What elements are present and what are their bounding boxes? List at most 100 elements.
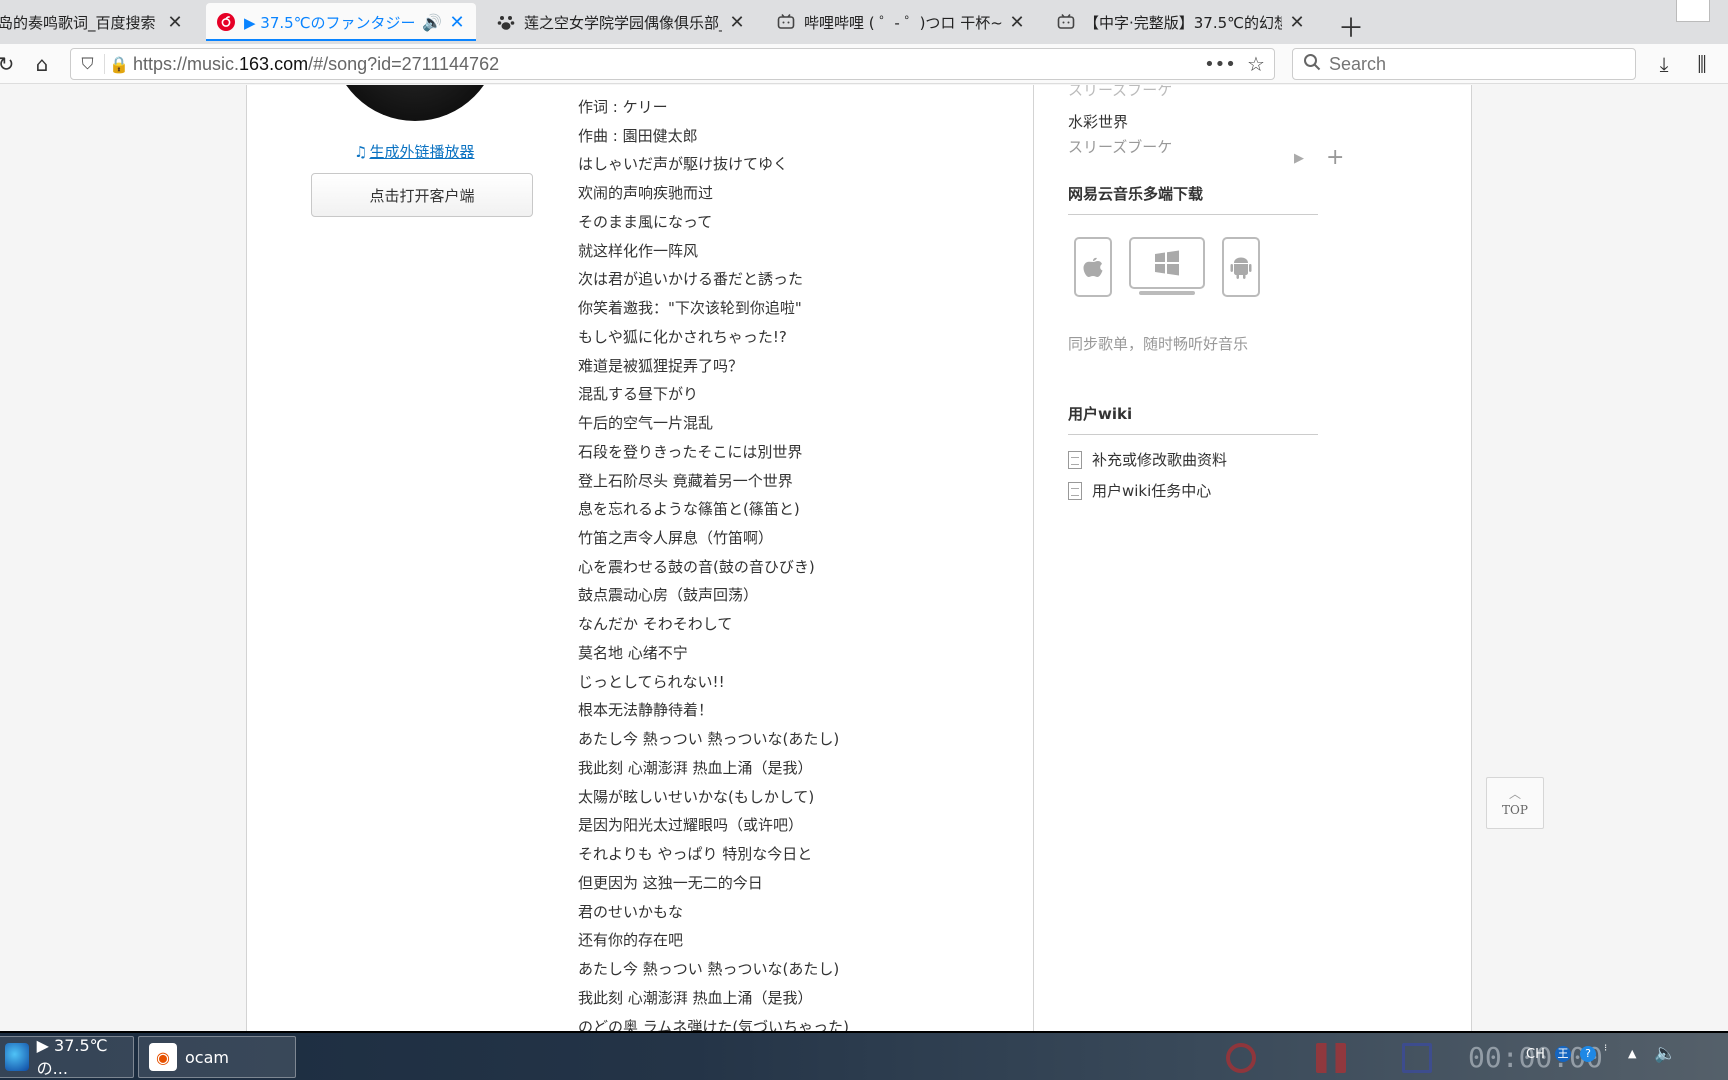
lyric-line: 作词 : ケリー [578, 98, 668, 116]
related-song-artist[interactable]: スリーズブーケ [1068, 136, 1328, 157]
tab-netease-song[interactable]: ▶ 37.5℃のファンタジー 🔊 ✕ [206, 3, 476, 41]
help-icon[interactable]: ? [1580, 1046, 1596, 1062]
url-domain: 163.com [239, 53, 309, 74]
search-input[interactable] [1329, 53, 1619, 75]
lyric-line: 鼓点震动心房（鼓声回荡） [578, 586, 759, 605]
url-suffix: /#/song?id=2711144762 [308, 53, 500, 74]
related-song-artist[interactable]: スリーズブーケ [1068, 85, 1172, 100]
tab-bilibili-video[interactable]: 【中字·完整版】37.5℃的幻想( ✕ [1046, 3, 1316, 41]
close-icon[interactable]: ✕ [1008, 12, 1026, 33]
taskbar-item-label: ▶ 37.5℃の... [36, 1035, 108, 1078]
taskbar-item-ocam[interactable]: ◉ ocam [138, 1036, 296, 1078]
download-caption: 同步歌单，随时畅听好音乐 [1068, 335, 1249, 353]
tray-expand-icon[interactable]: ▲ [1628, 1047, 1636, 1060]
pause-icon[interactable] [1316, 1043, 1346, 1073]
bookmark-star-icon[interactable]: ☆ [1238, 52, 1274, 76]
lyric-line: なんだか そわそわして [578, 615, 733, 634]
related-song-name[interactable]: 水彩世界 [1068, 111, 1328, 132]
window-minimize-button[interactable] [1676, 0, 1710, 22]
windows-pc-icon[interactable] [1129, 237, 1205, 289]
ocam-icon: ◉ [149, 1043, 177, 1071]
screen-capture-icon[interactable] [1402, 1043, 1432, 1073]
bilibili-tv-icon [1056, 12, 1076, 32]
tab-title: 岛的奏鸣歌词_百度搜索 [0, 13, 156, 32]
lyric-line: そのまま風になって [578, 212, 713, 231]
tab-lianzhikong[interactable]: 莲之空女学院学园偶像俱乐部_ ✕ [486, 3, 756, 41]
add-icon[interactable]: + [1326, 145, 1344, 170]
tab-title: 莲之空女学院学园偶像俱乐部_ [524, 13, 722, 32]
home-icon[interactable]: ⌂ [28, 50, 56, 78]
play-icon[interactable]: ▶ [1294, 151, 1304, 166]
android-device-icon[interactable] [1222, 237, 1260, 297]
page-actions-icon[interactable]: ••• [1202, 54, 1238, 75]
close-icon[interactable]: ✕ [1288, 12, 1306, 33]
wiki-item-label: 补充或修改歌曲资料 [1092, 451, 1228, 469]
lyrics-block: 作词 : ケリー 作曲 : 園田健太郎 はしゃいだ声が駆け抜けてゆく 欢闹的声响疾驰而… [578, 93, 978, 1031]
speaker-icon[interactable]: 🔊 [422, 13, 442, 32]
generate-external-player-link[interactable]: ♫ 生成外链播放器 [354, 141, 474, 162]
lyric-line: 君のせいかもな [578, 902, 684, 921]
lyric-line: 根本无法静静待着！ [578, 701, 714, 720]
netease-music-icon [216, 12, 236, 32]
album-disc [331, 85, 499, 121]
baidu-paw-icon [496, 12, 516, 32]
lyric-line: それよりも やっぱり 特別な今日と [578, 845, 813, 864]
lyric-line: 登上石阶尽头 竟藏着另一个世界 [578, 471, 793, 490]
lyric-line: 难道是被狐狸捉弄了吗？ [578, 356, 744, 375]
wiki-edit-song-info-link[interactable]: 补充或修改歌曲资料 [1068, 449, 1227, 470]
downloads-icon[interactable]: ⤓ [1650, 50, 1678, 78]
lyric-line: 我此刻 心潮澎湃 热血上涌（是我） [578, 988, 813, 1007]
apple-device-icon[interactable] [1074, 237, 1112, 297]
lyric-line: 但更因为 这独一无二的今日 [578, 873, 763, 892]
lock-icon[interactable]: 🔒 [105, 55, 133, 74]
url-bar[interactable]: ⛉ 🔒 https://music.163.com/#/song?id=2711… [70, 48, 1275, 80]
wiki-task-center-link[interactable]: 用户wiki任务中心 [1068, 480, 1211, 501]
tab-baidu-search[interactable]: 岛的奏鸣歌词_百度搜索 ✕ [0, 3, 194, 41]
volume-icon[interactable]: 🔈 [1654, 1043, 1676, 1064]
lyric-line: 次は君が追いかける番だと誘った [578, 270, 804, 289]
ime-icon[interactable]: 王 [1555, 1046, 1571, 1062]
right-sidebar: スリーズブーケ 水彩世界 スリーズブーケ ▶ + 网易云音乐多端下载 同步歌单，… [1033, 85, 1473, 1031]
lyric-line: 息を忘れるような篠笛と(篠笛と) [578, 500, 800, 519]
download-section-title: 网易云音乐多端下载 [1068, 183, 1318, 215]
taskbar-item-label: ocam [185, 1047, 229, 1067]
close-icon[interactable]: ✕ [448, 12, 466, 33]
taskbar-item-firefox[interactable]: ▶ 37.5℃の... [0, 1036, 134, 1078]
wiki-item-label: 用户wiki任务中心 [1092, 482, 1212, 500]
tab-title: 哔哩哔哩 ( ゜- ゜)つロ 干杯~-bi [804, 13, 1002, 32]
lyric-line: 是因为阳光太过耀眼吗（或许吧） [578, 816, 804, 835]
tray-options-icon[interactable]: ⁝ [1604, 1043, 1607, 1054]
ext-link-label: 生成外链播放器 [369, 143, 475, 161]
bilibili-tv-icon [776, 12, 796, 32]
reload-icon[interactable]: ↻ [0, 50, 20, 78]
song-content-area: ♫ 生成外链播放器 点击打开客户端 作词 : ケリー 作曲 : 園田健太郎 はしゃいだ… [246, 85, 1472, 1031]
close-icon[interactable]: ✕ [166, 12, 184, 33]
record-icon[interactable] [1226, 1043, 1256, 1073]
navigation-bar: ↻ ⌂ ⛉ 🔒 https://music.163.com/#/song?id=… [0, 44, 1728, 84]
input-language-indicator[interactable]: CH [1526, 1047, 1545, 1062]
wiki-section-title: 用户wiki [1068, 403, 1318, 435]
firefox-icon [5, 1043, 29, 1071]
back-to-top-button[interactable]: ︿ TOP [1486, 777, 1544, 829]
lyric-line: 就这样化作一阵风 [578, 241, 699, 260]
tab-title: ▶ 37.5℃のファンタジー [244, 13, 416, 32]
close-icon[interactable]: ✕ [728, 12, 746, 33]
monitor-stand [1139, 291, 1195, 295]
document-icon [1068, 450, 1082, 469]
tab-strip: 岛的奏鸣歌词_百度搜索 ✕ ▶ 37.5℃のファンタジー 🔊 ✕ 莲之空女学院学… [0, 0, 1728, 44]
lyric-line: のどの奥 ラムネ弾けた(気づいちゃった) [578, 1017, 850, 1032]
new-tab-plus-icon[interactable]: ＋ [1338, 8, 1364, 45]
url-text[interactable]: https://music.163.com/#/song?id=27111447… [133, 54, 1202, 75]
tab-title: 【中字·完整版】37.5℃的幻想( [1084, 13, 1282, 32]
lyric-line: 我此刻 心潮澎湃 热血上涌（是我） [578, 758, 813, 777]
open-client-button[interactable]: 点击打开客户端 [311, 173, 533, 217]
tracking-shield-icon[interactable]: ⛉ [71, 54, 105, 74]
lyric-line: 混乱する昼下がり [578, 385, 699, 404]
related-song-item[interactable]: スリーズブーケ 水彩世界 スリーズブーケ ▶ + [1068, 85, 1344, 170]
music-note-icon: ♫ [354, 143, 368, 161]
lyric-line: 还有你的存在吧 [578, 931, 684, 950]
search-box[interactable] [1292, 48, 1636, 80]
lyric-line: 心を震わせる鼓の音(鼓の音ひびき) [578, 557, 815, 576]
library-icon[interactable]: ⫼ [1688, 50, 1716, 78]
tab-bilibili-home[interactable]: 哔哩哔哩 ( ゜- ゜)つロ 干杯~-bi ✕ [766, 3, 1036, 41]
